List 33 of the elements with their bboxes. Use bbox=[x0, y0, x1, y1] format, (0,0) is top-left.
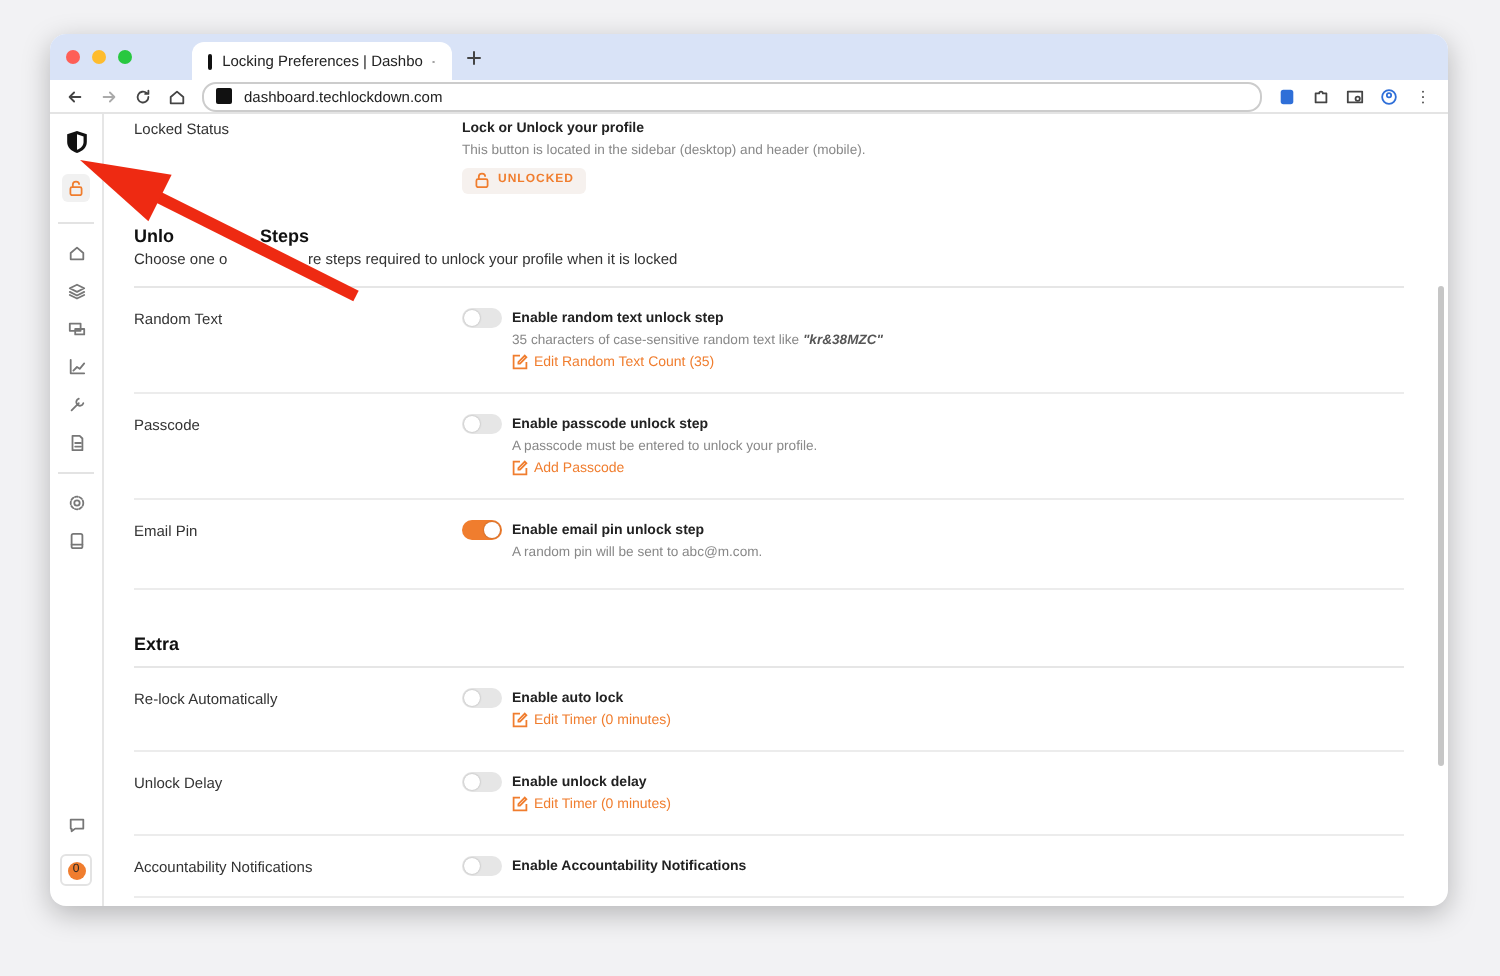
shield-logo-icon[interactable] bbox=[65, 130, 87, 154]
reload-icon[interactable] bbox=[134, 87, 152, 105]
toggle-switch[interactable] bbox=[462, 771, 502, 791]
toggle-switch[interactable] bbox=[462, 307, 502, 327]
chat-icon[interactable] bbox=[67, 320, 85, 338]
back-icon[interactable] bbox=[66, 87, 84, 105]
chat-icon[interactable] bbox=[67, 816, 85, 834]
toggle-switch[interactable] bbox=[462, 519, 502, 539]
document-icon[interactable] bbox=[67, 434, 85, 452]
toggle-switch[interactable] bbox=[462, 687, 502, 707]
lock-icon bbox=[474, 172, 490, 188]
book-icon[interactable] bbox=[67, 532, 85, 550]
lock-icon bbox=[68, 180, 84, 196]
toggle-switch[interactable] bbox=[462, 413, 502, 433]
home-icon[interactable] bbox=[168, 87, 186, 105]
chart-icon[interactable] bbox=[67, 358, 85, 376]
home-icon[interactable] bbox=[67, 244, 85, 262]
profile-icon[interactable] bbox=[1380, 87, 1398, 105]
forward-icon[interactable] bbox=[100, 87, 118, 105]
edit-icon bbox=[512, 712, 528, 728]
section-heading: Extra bbox=[134, 633, 180, 653]
edit-icon bbox=[512, 796, 528, 812]
edit-icon bbox=[512, 460, 528, 476]
layers-icon[interactable] bbox=[67, 282, 85, 300]
new-tab-icon[interactable] bbox=[464, 47, 484, 67]
wrench-icon[interactable] bbox=[67, 396, 85, 414]
edit-icon bbox=[512, 354, 528, 370]
close-window-button[interactable] bbox=[66, 50, 80, 64]
lock-button[interactable] bbox=[62, 174, 90, 202]
toggle-switch[interactable] bbox=[462, 855, 502, 875]
section-heading: Steps bbox=[260, 225, 310, 245]
section-heading: Unlo bbox=[134, 225, 176, 245]
settings-icon[interactable] bbox=[67, 494, 85, 512]
